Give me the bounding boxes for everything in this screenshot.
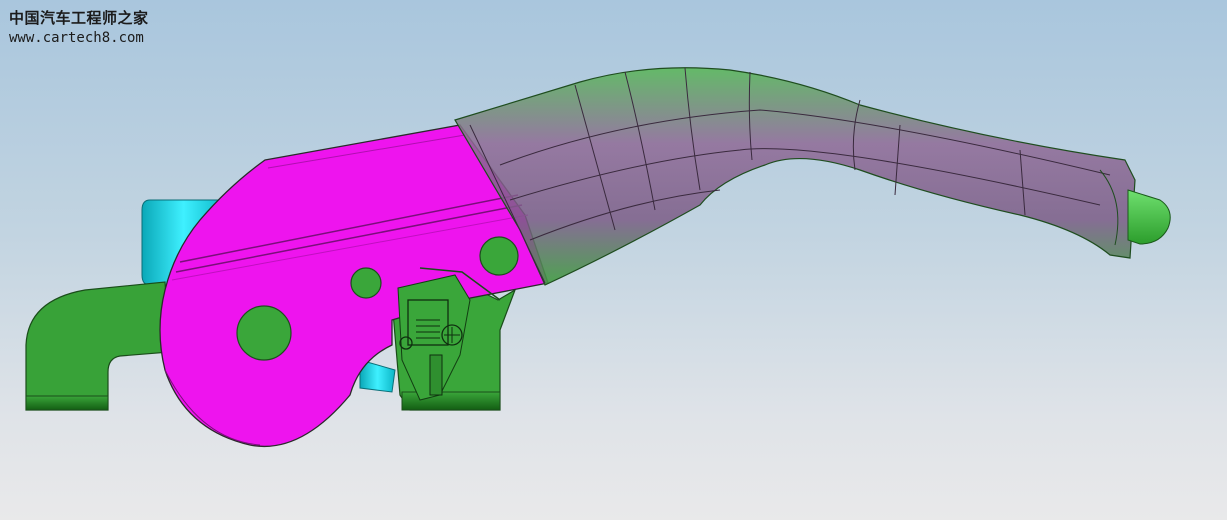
base-mount-left [25,281,171,411]
pivot-hole [236,305,292,361]
handbrake-cad-model [25,67,1171,448]
mount-hole [350,267,382,299]
cable-hole [479,236,519,276]
release-button-tip [1127,189,1171,245]
handle-grip [454,67,1136,286]
